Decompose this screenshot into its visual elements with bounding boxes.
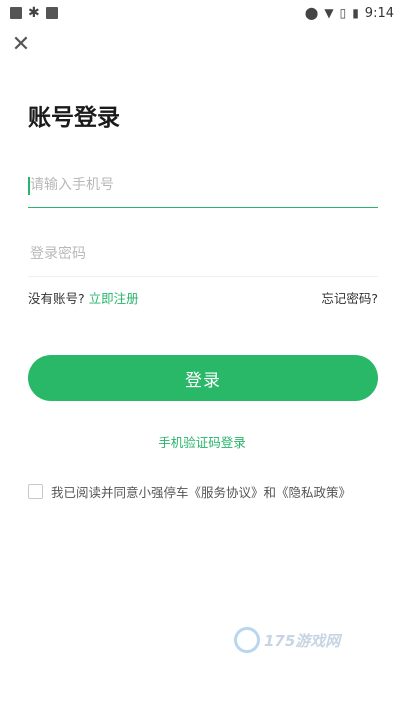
phone-field[interactable] <box>28 163 378 208</box>
agreement-checkbox[interactable] <box>28 484 43 499</box>
watermark-text: 175游戏网 <box>264 631 341 650</box>
login-button[interactable]: 登录 <box>28 355 378 401</box>
text-caret <box>28 177 30 195</box>
status-right: ⬤ ▼ ▯ ▮ 9:14 <box>305 6 394 21</box>
register-prompt: 没有账号? 立即注册 <box>28 288 139 308</box>
watermark-logo-icon <box>234 627 260 653</box>
register-link[interactable]: 立即注册 <box>89 291 139 306</box>
sms-login-link[interactable]: 手机验证码登录 <box>0 432 404 451</box>
status-left: ✱ <box>10 5 58 21</box>
forgot-password-link[interactable]: 忘记密码? <box>321 288 378 308</box>
watermark: 175游戏网 <box>234 627 340 653</box>
close-icon[interactable]: ✕ <box>10 34 32 56</box>
battery-icon: ▮ <box>352 6 359 20</box>
phone-input[interactable] <box>28 176 378 194</box>
agreement-row[interactable]: 我已阅读并同意小强停车《服务协议》和《隐私政策》 <box>28 482 351 501</box>
password-field[interactable] <box>28 232 378 277</box>
no-account-label: 没有账号? <box>28 291 85 306</box>
status-time: 9:14 <box>364 5 394 21</box>
bug-icon: ✱ <box>28 5 40 21</box>
agreement-text: 我已阅读并同意小强停车《服务协议》和《隐私政策》 <box>51 485 352 500</box>
account-links-row: 没有账号? 立即注册 忘记密码? <box>28 288 378 308</box>
password-input[interactable] <box>28 245 378 263</box>
status-bar: ✱ ⬤ ▼ ▯ ▮ 9:14 <box>0 0 404 26</box>
location-icon: ⬤ <box>304 6 319 20</box>
square-icon <box>10 7 22 19</box>
no-sim-icon: ▯ <box>339 6 347 20</box>
square-icon <box>45 7 58 19</box>
wifi-icon: ▼ <box>324 6 334 20</box>
page-title: 账号登录 <box>28 105 120 131</box>
